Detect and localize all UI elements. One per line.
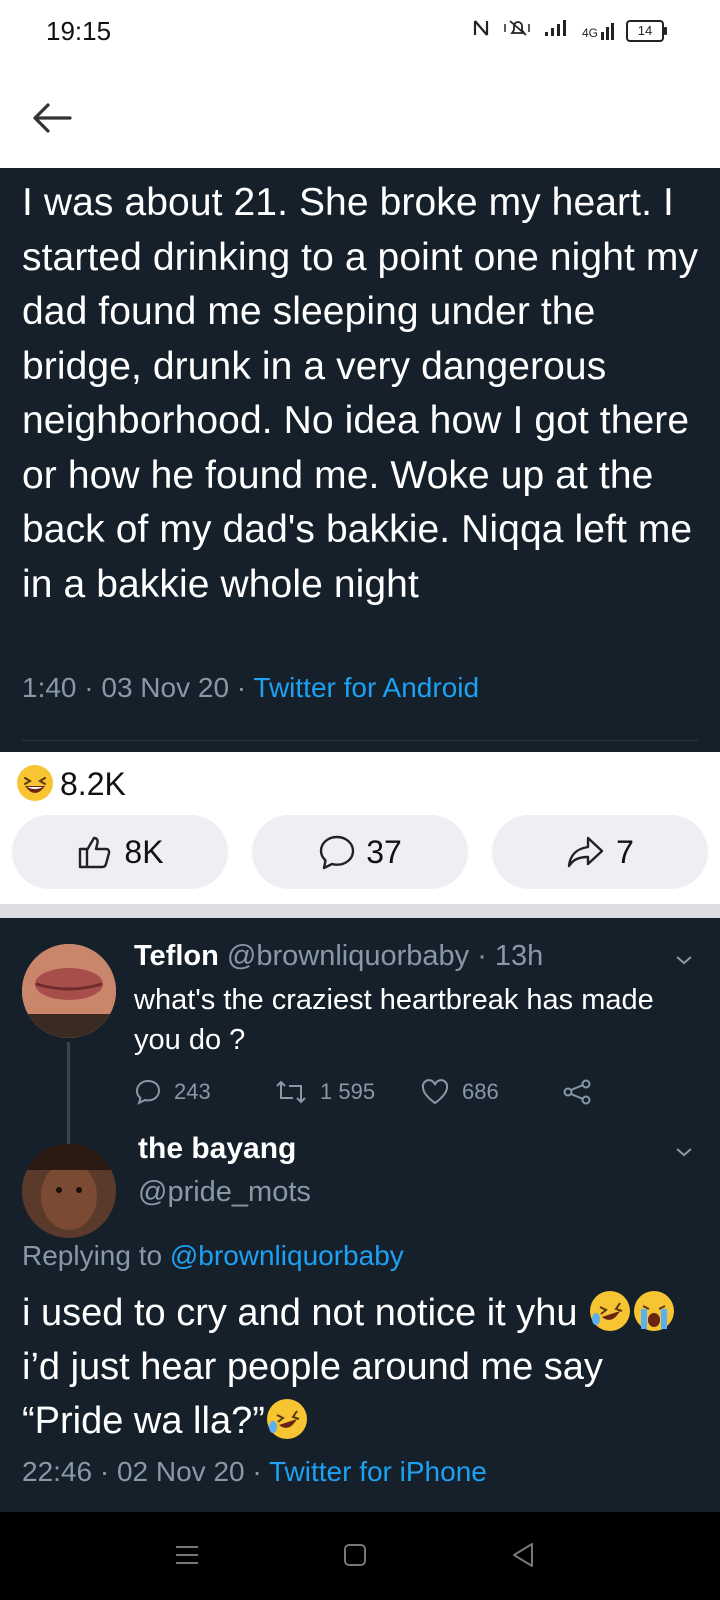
chevron-down-icon[interactable] <box>672 1140 696 1164</box>
like-button[interactable]: 8K <box>12 815 228 889</box>
laughing-emoji-icon <box>17 765 53 801</box>
home-button[interactable] <box>340 1540 370 1570</box>
bayang-avatar[interactable] <box>22 1144 116 1238</box>
status-icons: 4G 14 <box>472 18 667 43</box>
bayang-tweet-text: i used to cry and not notice it yhu i’d … <box>22 1286 712 1448</box>
tweet-timestamp: 1:40 · 03 Nov 20 · <box>22 672 254 703</box>
heart-icon <box>421 1079 449 1105</box>
tweet-source-link[interactable]: Twitter for Android <box>253 672 479 703</box>
bayang-tweet-meta: 22:46 · 02 Nov 20 · Twitter for iPhone <box>22 1456 487 1488</box>
share-action[interactable] <box>562 1078 592 1106</box>
comment-count: 37 <box>366 833 402 870</box>
vibrate-mute-icon <box>502 18 532 43</box>
reply-timestamp: 22:46 · 02 Nov 20 · <box>22 1456 269 1487</box>
signal-icon <box>544 18 570 43</box>
divider <box>22 740 698 741</box>
battery-icon: 14 <box>626 19 667 42</box>
retweet-icon <box>276 1080 306 1104</box>
like-count: 8K <box>124 833 164 870</box>
avatar-image <box>22 1144 116 1238</box>
thumbs-up-icon <box>79 836 111 869</box>
teflon-avatar[interactable] <box>22 944 116 1038</box>
reply-count: 243 <box>174 1079 211 1104</box>
status-bar: 19:15 4G 14 <box>0 0 720 64</box>
comment-button[interactable]: 37 <box>252 815 468 889</box>
bayang-handle: @pride_mots <box>138 1176 311 1208</box>
teflon-handle-time: @brownliquorbaby · 13h <box>218 940 544 972</box>
teflon-name[interactable]: Teflon <box>134 940 219 972</box>
back-arrow-icon <box>33 103 72 133</box>
crying-emoji-icon <box>634 1291 675 1331</box>
reply-icon <box>135 1079 161 1105</box>
nfc-icon <box>472 18 490 43</box>
back-button[interactable] <box>28 94 76 142</box>
replying-to: Replying to @brownliquorbaby <box>22 1240 404 1272</box>
avatar-image <box>22 944 116 1038</box>
bayang-name[interactable]: the bayang <box>138 1132 296 1166</box>
reply-action[interactable]: 243 <box>134 1078 211 1106</box>
replying-prefix: Replying to <box>22 1240 170 1271</box>
reaction-count: 8.2K <box>60 766 126 802</box>
teflon-tweet-text: what's the craziest heartbreak has made … <box>134 984 654 1056</box>
network-4g-icon: 4G <box>582 22 614 40</box>
teflon-actions: 243 1 595 686 <box>134 1078 604 1112</box>
retweet-action[interactable]: 1 595 <box>274 1078 375 1106</box>
tweet-text: I was about 21. She broke my heart. I st… <box>22 181 699 606</box>
share-count: 7 <box>616 833 634 870</box>
rofl-emoji-icon <box>266 1399 307 1439</box>
recent-apps-button[interactable] <box>172 1540 202 1570</box>
reply-text-part2: i’d just hear people around me say “Prid… <box>22 1346 603 1442</box>
system-nav-bar <box>0 1512 720 1600</box>
share-button[interactable]: 7 <box>492 815 708 889</box>
section-divider <box>0 904 720 918</box>
app-header <box>0 64 720 169</box>
share-arrow-icon <box>567 836 604 868</box>
retweet-count: 1 595 <box>320 1079 376 1104</box>
embedded-thread: Teflon @brownliquorbaby · 13h what's the… <box>0 918 720 1512</box>
chevron-down-icon[interactable] <box>672 948 696 972</box>
reaction-summary[interactable]: 8.2K <box>0 752 720 812</box>
tweet-meta: 1:40 · 03 Nov 20 · Twitter for Android <box>22 672 479 704</box>
like-count-thread: 686 <box>462 1079 499 1104</box>
like-action[interactable]: 686 <box>420 1078 499 1106</box>
share-nodes-icon <box>563 1079 591 1105</box>
teflon-header: Teflon @brownliquorbaby · 13h <box>134 940 543 973</box>
reply-text-part1: i used to cry and not notice it yhu <box>22 1292 589 1334</box>
reply-source-link[interactable]: Twitter for iPhone <box>269 1456 487 1487</box>
replying-mention-link[interactable]: @brownliquorbaby <box>170 1240 404 1271</box>
status-time: 19:15 <box>46 16 112 46</box>
rofl-emoji-icon <box>590 1291 631 1331</box>
tweet-main: I was about 21. She broke my heart. I st… <box>0 168 720 752</box>
comment-icon <box>320 835 355 870</box>
back-nav-button[interactable] <box>508 1540 538 1570</box>
